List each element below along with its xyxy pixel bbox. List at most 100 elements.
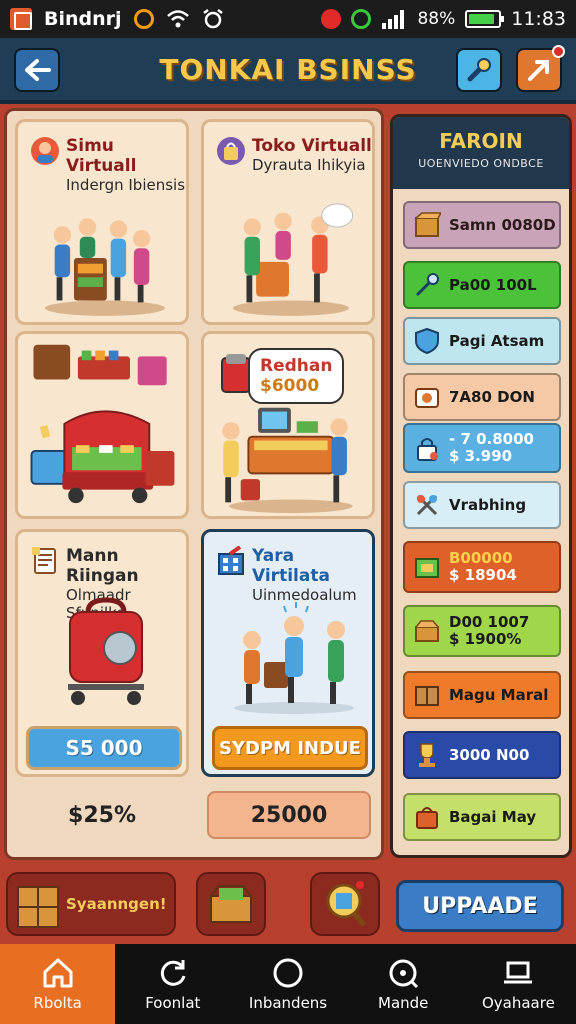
refresh-icon bbox=[160, 960, 186, 986]
lock-icon bbox=[417, 438, 438, 461]
map-slot[interactable] bbox=[310, 872, 380, 936]
nav-search[interactable]: Mande bbox=[346, 944, 461, 1024]
app-header: TONKAI BSINSS bbox=[0, 38, 576, 104]
side-item-label: Samn 0080D bbox=[449, 215, 556, 234]
side-item-box-green[interactable]: D00 1007 $ 1900% bbox=[403, 605, 561, 657]
quick-actions-strip: Syaanngen! UPPAADE bbox=[0, 864, 576, 944]
back-button[interactable] bbox=[14, 48, 60, 92]
card-subtitle: Dyrauta Ihikyia bbox=[252, 156, 366, 174]
side-panel-header: FAROIN UOENVIEDO ONDBCE bbox=[393, 117, 569, 189]
clock: 11:83 bbox=[511, 8, 566, 30]
package-icon bbox=[415, 686, 439, 706]
side-item-label: 3000 N00 bbox=[449, 745, 530, 764]
building-icon bbox=[218, 546, 244, 575]
business-card-computer-sale[interactable]: Redhan $6000 bbox=[201, 331, 375, 519]
side-item-tools[interactable]: Vrabhing bbox=[403, 481, 561, 529]
side-items-panel: FAROIN UOENVIEDO ONDBCE Samn 0080D Pa00 … bbox=[390, 114, 572, 858]
search-icon bbox=[389, 959, 419, 989]
sync-icon bbox=[133, 9, 154, 29]
upgrade-button[interactable]: UPPAADE bbox=[396, 880, 564, 932]
price-left-label: $25% bbox=[68, 802, 136, 828]
traders-illustration bbox=[232, 203, 354, 316]
side-panel-title: FAROIN bbox=[439, 129, 523, 153]
key-icon bbox=[415, 273, 439, 297]
computer-shop-illustration bbox=[222, 407, 353, 513]
magnifier-map-icon bbox=[326, 881, 366, 927]
nav-home[interactable]: Rbolta bbox=[0, 944, 116, 1024]
side-item-shield[interactable]: Pagi Atsam bbox=[403, 317, 561, 365]
green-box-icon bbox=[415, 558, 439, 578]
status-bar: Bindnrj 88% 11:83 bbox=[0, 0, 576, 38]
tools-button[interactable] bbox=[456, 48, 502, 92]
crate-icon bbox=[17, 886, 59, 928]
side-item-label: Pa00 100L bbox=[449, 275, 537, 294]
circle-icon bbox=[273, 958, 303, 988]
share-arrow-icon bbox=[528, 60, 549, 81]
status-app-name: Bindnrj bbox=[44, 8, 122, 30]
card-title: Yara Virtilata bbox=[252, 546, 330, 586]
open-box-icon bbox=[210, 885, 252, 923]
wifi-icon bbox=[166, 10, 189, 28]
nav-label: Mande bbox=[378, 994, 429, 1012]
nav-refresh[interactable]: Foonlat bbox=[115, 944, 230, 1024]
card-title: Mann Riingan bbox=[66, 546, 139, 586]
business-card-virtual-sim[interactable]: Simu Virtuall Indergn Ibiensis bbox=[15, 119, 189, 325]
luggage-cart-illustration bbox=[68, 597, 144, 705]
shopping-bag-icon bbox=[416, 807, 438, 829]
business-card-virtual-shop[interactable]: Toko Virtuall Dyrauta Ihikyia bbox=[201, 119, 375, 325]
side-panel-subtitle: UOENVIEDO ONDBCE bbox=[418, 157, 544, 170]
nav-label: Inbandens bbox=[248, 994, 328, 1012]
shield-icon bbox=[415, 327, 439, 355]
nav-label: Oyahaare bbox=[481, 994, 555, 1012]
card-title: Simu Virtuall bbox=[66, 136, 137, 176]
side-item-lock[interactable]: - 7 0.8000 $ 3.990 bbox=[403, 423, 561, 473]
inventory-slot[interactable]: Syaanngen! bbox=[6, 872, 176, 936]
camera-icon bbox=[415, 388, 439, 408]
page-title: TONKAI BSINSS bbox=[159, 52, 417, 86]
shop-bag-icon bbox=[217, 137, 245, 165]
battery-percent: 88% bbox=[417, 9, 456, 29]
side-item-trophy[interactable]: 3000 N00 bbox=[403, 731, 561, 779]
side-item-box-orange[interactable]: B00000 $ 18904 bbox=[403, 541, 561, 593]
nav-circle[interactable]: Inbandens bbox=[230, 944, 345, 1024]
nav-label: Rbolta bbox=[33, 994, 82, 1012]
side-item-crate[interactable]: Samn 0080D bbox=[403, 201, 561, 249]
data-saver-icon bbox=[351, 9, 372, 29]
side-item-label: D00 1007 $ 1900% bbox=[449, 613, 530, 648]
laptop-icon bbox=[504, 961, 533, 984]
buyers-illustration bbox=[234, 602, 354, 714]
price-right-box[interactable]: 25000 bbox=[207, 791, 371, 839]
card5-price-button[interactable]: S5 000 bbox=[26, 726, 182, 770]
battery-icon bbox=[465, 10, 505, 28]
business-card-suitcase-trade[interactable]: Mann Riingan Olmaadr Sfunilke S5 000 bbox=[15, 529, 189, 777]
document-icon bbox=[32, 547, 56, 574]
shopkeepers-illustration bbox=[45, 218, 165, 316]
person-icon bbox=[31, 137, 59, 165]
card6-action-button[interactable]: SYDPM INDUE bbox=[212, 726, 368, 770]
crate-icon bbox=[415, 212, 441, 237]
sale-price: $6000 bbox=[260, 376, 320, 396]
side-item-label: - 7 0.8000 $ 3.990 bbox=[449, 430, 534, 465]
side-item-camera[interactable]: 7A80 DON bbox=[403, 373, 561, 421]
treasure-chest-illustration bbox=[30, 344, 175, 504]
side-item-key[interactable]: Pa00 100L bbox=[403, 261, 561, 309]
alarm-icon bbox=[202, 9, 223, 29]
card-title: Toko Virtuall bbox=[252, 136, 372, 156]
app-notification-icon bbox=[10, 8, 32, 30]
delivery-slot[interactable] bbox=[196, 872, 266, 936]
side-item-package[interactable]: Magu Maral bbox=[403, 671, 561, 719]
arrow-left-icon bbox=[25, 59, 51, 81]
sale-title: Redhan bbox=[260, 356, 333, 376]
shop-grid-panel: Simu Virtuall Indergn Ibiensis Toko Virt… bbox=[4, 108, 384, 860]
signal-icon bbox=[382, 10, 405, 29]
business-card-virtual-market[interactable]: Yara Virtilata Uinmedoalum SYDPM INDUE bbox=[201, 529, 375, 777]
nav-laptop[interactable]: Oyahaare bbox=[461, 944, 576, 1024]
side-item-bag[interactable]: Bagai May bbox=[403, 793, 561, 841]
business-card-market-stock[interactable] bbox=[15, 331, 189, 519]
trophy-icon bbox=[419, 743, 435, 767]
share-button[interactable] bbox=[516, 45, 565, 92]
inventory-slot-label: Syaanngen! bbox=[66, 895, 167, 913]
home-icon bbox=[43, 958, 73, 988]
side-item-label: Pagi Atsam bbox=[449, 331, 545, 350]
open-box-icon bbox=[415, 620, 439, 642]
